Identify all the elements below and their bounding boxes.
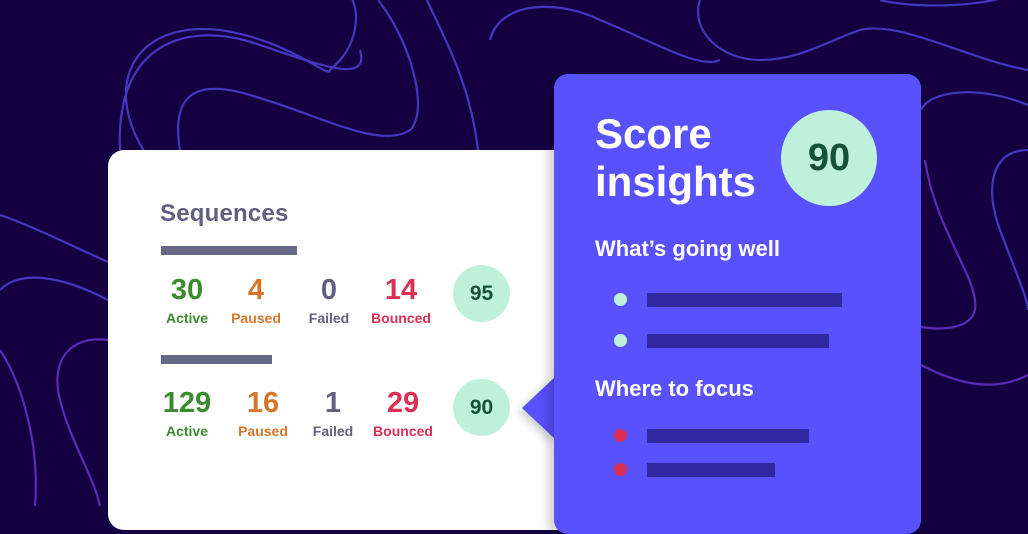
wave-line (425, 0, 480, 151)
insight-line-placeholder (647, 463, 775, 477)
wave-line (919, 91, 1028, 111)
wave-line (124, 0, 358, 161)
stat-bounced: 29 Bounced (358, 387, 448, 440)
wave-line (0, 349, 37, 506)
wave-line (991, 148, 1028, 311)
sequences-card: Sequences 30 Active 4 Paused 0 Failed 14… (108, 150, 578, 530)
stat-label: Bounced (373, 423, 433, 439)
wave-line (920, 159, 977, 330)
wave-line (879, 0, 999, 7)
stat-value: 29 (386, 387, 420, 419)
panel-score-badge: 90 (781, 110, 877, 206)
wave-line (697, 0, 861, 62)
wave-line (56, 338, 109, 506)
insight-line-placeholder (647, 293, 842, 307)
insight-line-placeholder (647, 429, 809, 443)
score-insights-panel: Score insights 90 What’s going well Wher… (554, 74, 921, 534)
wave-line (177, 0, 420, 151)
wave-line (920, 364, 1028, 386)
wave-line (859, 27, 1028, 72)
panel-title-text: Score insights (595, 110, 757, 205)
negative-bullet-icon (614, 429, 627, 442)
stat-value: 14 (384, 274, 418, 306)
panel-title: Score insights (595, 110, 785, 206)
wave-line (0, 213, 109, 264)
row-name-placeholder (161, 355, 272, 364)
wave-line (0, 276, 109, 301)
score-badge[interactable]: 90 (453, 379, 510, 436)
stat-bounced: 14 Bounced (356, 274, 446, 327)
panel-pointer (522, 376, 556, 440)
focus-heading: Where to focus (595, 376, 754, 401)
wave-line (488, 5, 721, 63)
going-well-heading: What’s going well (595, 236, 780, 261)
negative-bullet-icon (614, 463, 627, 476)
row-name-placeholder (161, 246, 297, 255)
insight-line-placeholder (647, 334, 829, 348)
score-badge[interactable]: 95 (453, 265, 510, 322)
positive-bullet-icon (614, 334, 627, 347)
stat-label: Bounced (371, 310, 431, 326)
positive-bullet-icon (614, 293, 627, 306)
card-title: Sequences (160, 200, 289, 227)
